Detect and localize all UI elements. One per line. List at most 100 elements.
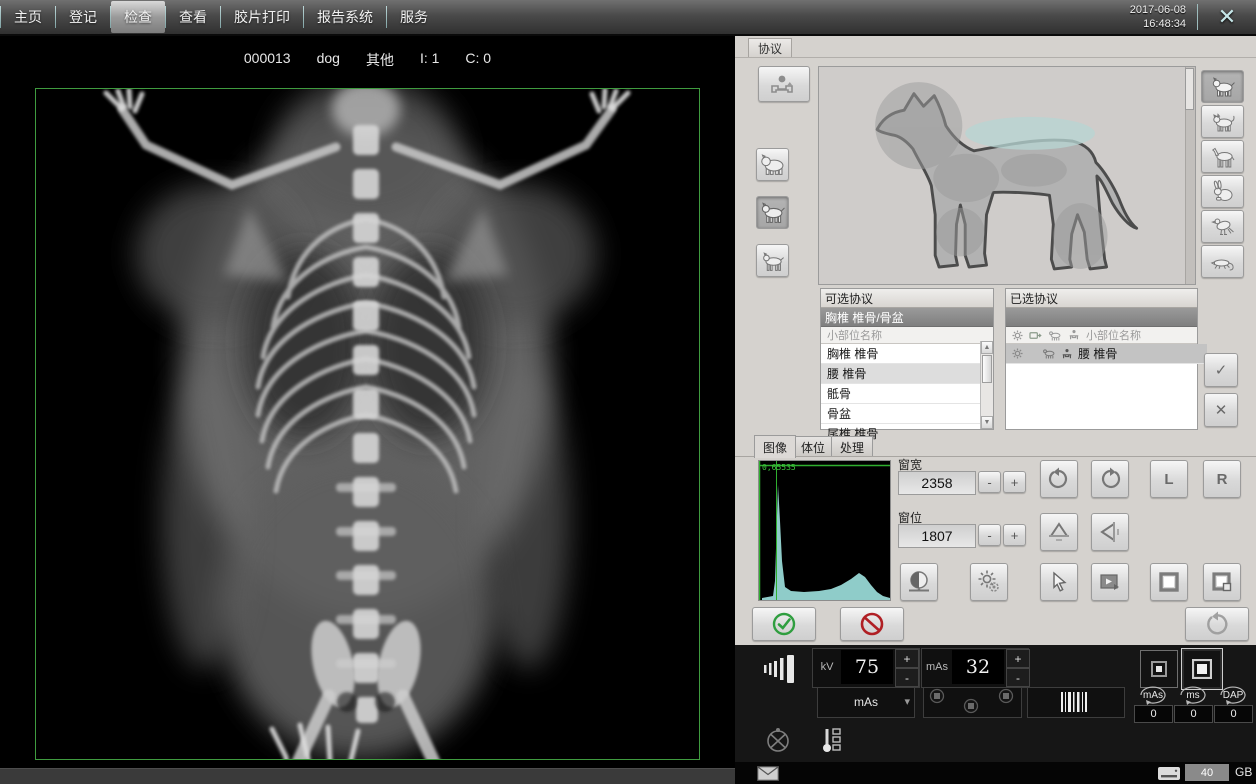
menu-item-exam[interactable]: 检查 bbox=[111, 1, 165, 33]
region-chest bbox=[933, 154, 999, 202]
barcode-button[interactable] bbox=[1027, 687, 1125, 718]
mas-minus-button[interactable]: - bbox=[1006, 668, 1030, 687]
exam-table-select-button[interactable] bbox=[758, 66, 810, 102]
size-button-medium-dog[interactable] bbox=[756, 196, 789, 229]
tab-protocol[interactable]: 协议 bbox=[748, 38, 792, 57]
scroll-up-arrow[interactable]: ▲ bbox=[981, 341, 993, 354]
gear-icon bbox=[1012, 348, 1023, 359]
storage-unit-label: GB bbox=[1235, 765, 1252, 779]
small-field-icon bbox=[1151, 661, 1167, 677]
kv-plus-button[interactable]: + bbox=[895, 649, 919, 668]
size-button-large-dog[interactable] bbox=[756, 148, 789, 181]
scrollbar-thumb[interactable] bbox=[982, 355, 992, 383]
cancel-protocol-button[interactable]: ✕ bbox=[1204, 393, 1238, 427]
exam-table-icon bbox=[769, 72, 799, 96]
tab-image[interactable]: 图像 bbox=[754, 435, 796, 458]
menu-item-view[interactable]: 查看 bbox=[166, 0, 220, 34]
animal-button-cat[interactable] bbox=[1201, 105, 1244, 138]
tab-divider bbox=[735, 456, 1256, 457]
medium-dog-icon bbox=[760, 200, 785, 225]
orientation-right-button[interactable]: R bbox=[1203, 460, 1241, 498]
window-width-minus-button[interactable]: - bbox=[978, 471, 1001, 493]
window-level-minus-button[interactable]: - bbox=[978, 524, 1001, 546]
export-icon bbox=[1029, 330, 1042, 341]
square-save-icon bbox=[1210, 570, 1234, 594]
mas-value: 32 bbox=[952, 650, 1004, 684]
window-level-value[interactable]: 1807 bbox=[898, 524, 976, 548]
protocol-item-selected[interactable]: 腰 椎骨 bbox=[821, 364, 991, 384]
image-playback-button[interactable] bbox=[1091, 563, 1129, 601]
tab-position[interactable]: 体位 bbox=[792, 436, 834, 457]
patient-id: 000013 bbox=[244, 50, 291, 70]
animal-button-dog[interactable] bbox=[1201, 70, 1244, 103]
accept-image-button[interactable] bbox=[752, 607, 816, 641]
selected-protocols-list: 已选协议 小部位名称 腰 椎骨 bbox=[1005, 288, 1198, 430]
close-button[interactable]: ✕ bbox=[1210, 2, 1244, 32]
rabbit-icon bbox=[1208, 180, 1238, 204]
protocol-item[interactable]: 骨盆 bbox=[821, 404, 991, 424]
menu-item-service[interactable]: 服务 bbox=[387, 0, 441, 34]
reject-image-button[interactable] bbox=[840, 607, 904, 641]
scroll-down-arrow[interactable]: ▼ bbox=[981, 416, 993, 429]
window-width-value[interactable]: 2358 bbox=[898, 471, 976, 495]
diagram-scrollbar[interactable] bbox=[1185, 67, 1195, 284]
flip-horizontal-button[interactable] bbox=[1091, 513, 1129, 551]
animal-button-horse[interactable] bbox=[1201, 140, 1244, 173]
patient-type: 其他 bbox=[366, 50, 394, 70]
message-envelope-icon[interactable] bbox=[757, 766, 779, 781]
panel-divider bbox=[735, 57, 1256, 58]
available-list-scrollbar[interactable]: ▲ ▼ bbox=[980, 341, 993, 429]
tube-icon bbox=[765, 727, 791, 753]
focal-spot-center-button[interactable] bbox=[965, 700, 978, 713]
available-protocols-column-header: 小部位名称 bbox=[821, 327, 993, 344]
window-level-plus-button[interactable]: + bbox=[1003, 524, 1026, 546]
image-play-icon bbox=[1098, 570, 1122, 594]
selected-protocol-item[interactable]: 腰 椎骨 bbox=[1006, 344, 1207, 364]
save-region-button[interactable] bbox=[1203, 563, 1241, 601]
horse-icon bbox=[1208, 145, 1238, 169]
reset-button[interactable] bbox=[1185, 607, 1249, 641]
kv-group: kV 75 + - bbox=[812, 648, 920, 688]
status-strip-left bbox=[0, 768, 735, 784]
rotate-ccw-button[interactable] bbox=[1040, 460, 1078, 498]
protocol-panel: 协议 bbox=[735, 36, 1256, 645]
xray-radiograph-graphic bbox=[36, 89, 699, 759]
menu-item-film-print[interactable]: 胶片打印 bbox=[221, 0, 303, 34]
window-width-plus-button[interactable]: + bbox=[1003, 471, 1026, 493]
orientation-left-button[interactable]: L bbox=[1150, 460, 1188, 498]
table-mini-icon bbox=[1068, 329, 1080, 341]
meter-dap-value: 0 bbox=[1214, 705, 1253, 723]
crop-square-button[interactable] bbox=[1150, 563, 1188, 601]
histogram[interactable]: 0,65535 bbox=[758, 460, 891, 601]
date-label: 2017-06-08 bbox=[1130, 3, 1186, 17]
contrast-button[interactable] bbox=[900, 563, 938, 601]
protocol-item[interactable]: 骶骨 bbox=[821, 384, 991, 404]
xray-image[interactable] bbox=[35, 88, 700, 760]
focal-spot-left-button[interactable] bbox=[931, 690, 944, 703]
animal-button-rabbit[interactable] bbox=[1201, 175, 1244, 208]
anatomy-diagram[interactable] bbox=[818, 66, 1196, 285]
size-button-small-dog[interactable] bbox=[756, 244, 789, 277]
animal-button-bird[interactable] bbox=[1201, 210, 1244, 243]
focal-spot-selector bbox=[923, 687, 1022, 718]
column-header-label: 小部位名称 bbox=[1086, 327, 1141, 343]
status-strip-right: 40 GB bbox=[735, 762, 1256, 784]
protocol-item[interactable]: 胸椎 椎骨 bbox=[821, 344, 991, 364]
animal-button-reptile[interactable] bbox=[1201, 245, 1244, 278]
kv-minus-button[interactable]: - bbox=[895, 668, 919, 687]
available-protocols-group[interactable]: 胸椎 椎骨/骨盆 bbox=[821, 308, 993, 327]
close-x-icon: ✕ bbox=[1215, 401, 1228, 419]
reset-icon bbox=[1204, 611, 1230, 637]
technique-mode-select[interactable]: mAs ▾ bbox=[817, 687, 915, 718]
cursor-tool-button[interactable] bbox=[1040, 563, 1078, 601]
focal-spot-right-button[interactable] bbox=[1000, 690, 1013, 703]
confirm-protocol-button[interactable]: ✓ bbox=[1204, 353, 1238, 387]
menu-item-report-system[interactable]: 报告系统 bbox=[304, 0, 386, 34]
flip-vertical-button[interactable] bbox=[1040, 513, 1078, 551]
rotate-cw-button[interactable] bbox=[1091, 460, 1129, 498]
tab-processing[interactable]: 处理 bbox=[831, 436, 873, 457]
mas-plus-button[interactable]: + bbox=[1006, 649, 1030, 668]
menu-item-home[interactable]: 主页 bbox=[1, 0, 55, 34]
brightness-settings-button[interactable] bbox=[970, 563, 1008, 601]
menu-item-register[interactable]: 登记 bbox=[56, 0, 110, 34]
